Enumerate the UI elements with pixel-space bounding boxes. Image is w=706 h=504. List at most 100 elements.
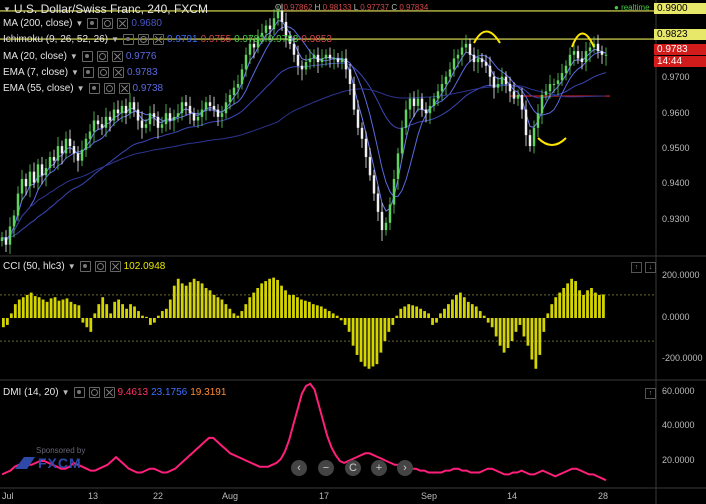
cci-bar	[133, 306, 136, 318]
legend-ema7[interactable]: EMA (7, close) ▼ 0.9783	[3, 67, 158, 78]
legend-ema55[interactable]: EMA (55, close) ▼ 0.9738	[3, 83, 163, 94]
candle-up	[204, 102, 208, 110]
dmi-tick: 60.0000	[662, 386, 695, 396]
candle-down	[168, 113, 172, 121]
cci-bar	[49, 298, 53, 318]
scroll-right-button[interactable]: ›	[397, 460, 413, 476]
cci-bar	[470, 304, 474, 318]
cci-bar	[451, 299, 454, 318]
candle-down	[40, 164, 44, 176]
ma200-line	[1, 84, 606, 242]
y-tick: 0.9400	[662, 178, 690, 188]
cci-bar	[522, 318, 526, 337]
caret-icon[interactable]: ▼	[77, 84, 85, 93]
candle-down	[336, 58, 340, 63]
cci-bar	[97, 304, 101, 318]
candle-up	[464, 43, 468, 48]
candle-up	[44, 168, 48, 176]
candle-up	[48, 157, 52, 168]
gear-icon[interactable]	[96, 51, 108, 62]
candle-up	[428, 105, 432, 114]
close-icon[interactable]	[112, 67, 124, 78]
candle-up	[532, 127, 536, 147]
eye-icon[interactable]	[88, 83, 100, 94]
y-tick: 0.9300	[662, 214, 690, 224]
gear-icon[interactable]	[88, 387, 100, 398]
legend-cci[interactable]: CCI (50, hlc3) ▼ 102.0948	[3, 261, 165, 272]
cci-bar	[363, 318, 367, 367]
candle-down	[504, 76, 508, 84]
candle-up	[244, 54, 248, 70]
cci-bar	[109, 313, 113, 318]
candle-down	[600, 51, 604, 55]
caret-icon[interactable]: ▼	[70, 52, 78, 61]
gear-icon[interactable]	[103, 83, 115, 94]
close-icon[interactable]	[111, 51, 123, 62]
scroll-left-button[interactable]: ‹	[291, 460, 307, 476]
candle-up	[196, 116, 200, 121]
cci-bar	[415, 306, 419, 318]
pane-down-icon[interactable]: ↓	[645, 262, 656, 273]
legend-dmi[interactable]: DMI (14, 20) ▼ 9.4613 23.1756 19.3191	[3, 387, 226, 398]
eye-icon[interactable]	[122, 34, 134, 45]
candle-up	[544, 91, 548, 95]
candle-down	[184, 102, 188, 106]
eye-icon[interactable]	[73, 387, 85, 398]
eye-icon[interactable]	[82, 67, 94, 78]
close-icon[interactable]	[103, 387, 115, 398]
cci-bar	[73, 304, 77, 318]
cci-bar	[145, 316, 148, 318]
symbol-caret-icon[interactable]: ▼	[3, 5, 11, 14]
reset-chart-button[interactable]: C	[345, 460, 361, 476]
cci-bar	[232, 313, 236, 318]
cci-bar	[121, 304, 124, 318]
legend-ma20[interactable]: MA (20, close) ▼ 0.9776	[3, 51, 156, 62]
candle-up	[144, 124, 148, 128]
cci-bar	[439, 313, 442, 318]
close-icon[interactable]	[118, 83, 130, 94]
cci-bar	[367, 318, 371, 369]
cci-bar	[33, 296, 37, 318]
gear-icon[interactable]	[97, 67, 109, 78]
close-icon[interactable]	[109, 261, 121, 272]
x-label: 28	[598, 491, 609, 501]
cci-bar	[268, 278, 272, 318]
pane-up-icon[interactable]: ↑	[645, 388, 656, 399]
candle-up	[304, 62, 308, 70]
zoom-in-button[interactable]: +	[371, 460, 387, 476]
chart-stage[interactable]: ▼ U.S. Dollar/Swiss Franc, 240, FXCM O 0…	[0, 0, 706, 504]
cci-bar	[578, 290, 581, 318]
cci-bar	[204, 288, 208, 318]
close-icon[interactable]	[152, 34, 164, 45]
cci-bar	[383, 318, 387, 342]
caret-icon[interactable]: ▼	[111, 35, 119, 44]
candle-up	[564, 65, 568, 74]
cci-bar	[172, 285, 176, 318]
candle-up	[276, 10, 280, 19]
caret-icon[interactable]: ▼	[62, 388, 70, 397]
cci-bar	[419, 308, 423, 318]
close-icon[interactable]	[117, 18, 129, 29]
gear-icon[interactable]	[94, 261, 106, 272]
cci-bar	[164, 308, 168, 318]
caret-icon[interactable]: ▼	[71, 68, 79, 77]
caret-icon[interactable]: ▼	[75, 19, 83, 28]
eye-icon[interactable]	[87, 18, 99, 29]
gear-icon[interactable]	[137, 34, 149, 45]
eye-icon[interactable]	[81, 51, 93, 62]
zoom-out-button[interactable]: −	[318, 460, 334, 476]
candle-down	[468, 43, 472, 55]
legend-ichimoku[interactable]: Ichimoku (9, 26, 52, 26) ▼ 0.9791 0.9755 …	[3, 34, 332, 45]
cci-bar	[355, 318, 359, 355]
caret-icon[interactable]: ▼	[68, 262, 76, 271]
cci-bar	[168, 299, 172, 318]
candle-down	[328, 54, 332, 59]
cci-bar	[403, 306, 407, 318]
pane-up-icon[interactable]: ↑	[631, 262, 642, 273]
candle-up	[456, 54, 460, 59]
gear-icon[interactable]	[102, 18, 114, 29]
eye-icon[interactable]	[79, 261, 91, 272]
candle-up	[440, 84, 444, 92]
candle-up	[16, 193, 20, 216]
legend-ma200[interactable]: MA (200, close) ▼ 0.9680	[3, 18, 162, 29]
